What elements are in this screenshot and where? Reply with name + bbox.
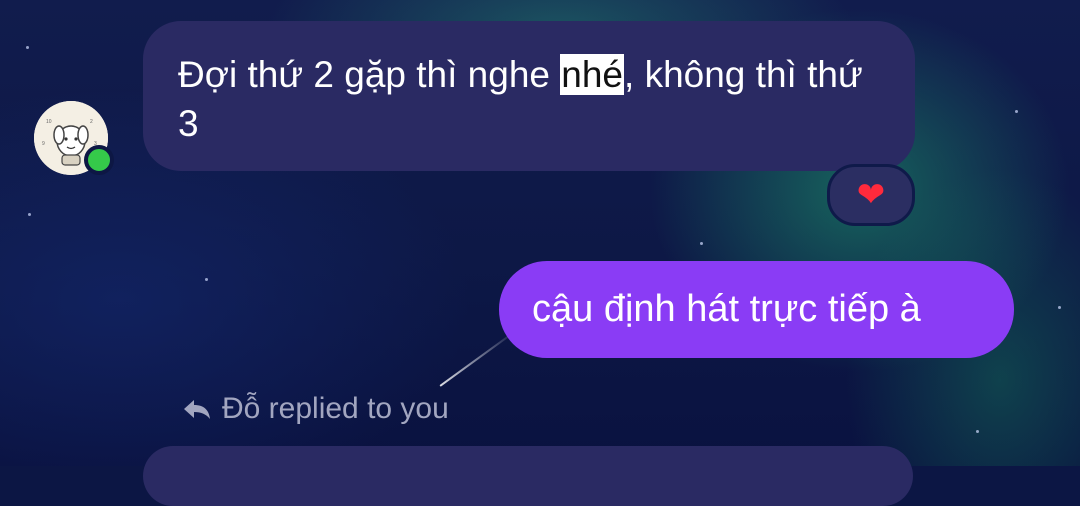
background-star bbox=[700, 242, 703, 245]
heart-reaction[interactable]: ❤ bbox=[827, 164, 915, 226]
incoming-message-bubble-partial[interactable] bbox=[143, 446, 913, 506]
background-star bbox=[976, 430, 979, 433]
online-status-indicator bbox=[84, 145, 114, 175]
background-star bbox=[28, 213, 31, 216]
background-star bbox=[205, 278, 208, 281]
reply-note-text: Đỗ replied to you bbox=[222, 392, 449, 425]
background-star bbox=[1015, 110, 1018, 113]
message-text: Đợi thứ 2 gặp thì nghe bbox=[178, 54, 561, 95]
selected-text-highlight[interactable]: nhé bbox=[560, 54, 625, 95]
reply-indicator: Đỗ replied to you bbox=[182, 392, 449, 426]
background-star bbox=[26, 46, 29, 49]
outgoing-message-bubble[interactable]: cậu định hát trực tiếp à bbox=[499, 261, 1014, 358]
message-text: cậu định hát trực tiếp à bbox=[532, 288, 921, 330]
reply-arrow-icon bbox=[182, 397, 212, 421]
incoming-message-bubble[interactable]: Đợi thứ 2 gặp thì nghe nhé, không thì th… bbox=[143, 21, 915, 171]
svg-text:9: 9 bbox=[42, 141, 45, 147]
background-star bbox=[1058, 306, 1061, 309]
svg-text:2: 2 bbox=[90, 119, 93, 125]
svg-text:10: 10 bbox=[46, 119, 52, 125]
heart-icon: ❤ bbox=[856, 176, 886, 214]
